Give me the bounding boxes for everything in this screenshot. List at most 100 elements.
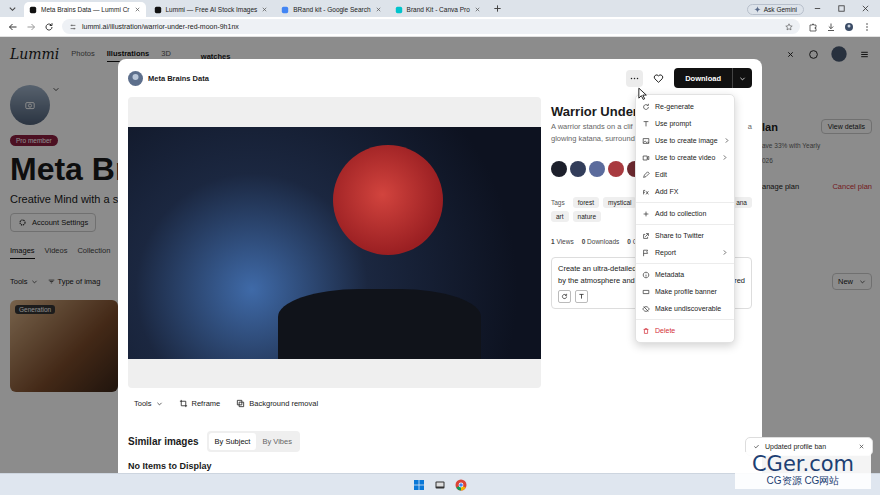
tag[interactable]: forest [573, 197, 599, 208]
similar-title: Similar images [128, 436, 199, 447]
windows-start-icon[interactable] [413, 479, 425, 491]
menu-item[interactable]: Add FX [636, 183, 734, 200]
menu-item[interactable]: Delete [636, 322, 734, 339]
menu-item[interactable]: Add to collection [636, 205, 734, 222]
window-close-icon[interactable] [861, 4, 870, 13]
color-swatch[interactable] [570, 161, 586, 177]
more-dots-icon [630, 77, 639, 80]
menu-group: Re-generate Use prompt Use to create image… [636, 98, 734, 200]
empty-message: No Items to Display [128, 461, 541, 471]
author-name[interactable]: Meta Brains Data [148, 74, 209, 83]
download-options-button[interactable] [732, 68, 752, 88]
menu-item[interactable]: Make profile banner [636, 283, 734, 300]
chevron-right-icon [721, 154, 728, 161]
menu-item[interactable]: Share to Twitter [636, 227, 734, 244]
menu-item[interactable]: Report [636, 244, 734, 261]
menu-item[interactable]: Use prompt [636, 115, 734, 132]
toolbar: lummi.ai/illustration/warrior-under-red-… [0, 17, 880, 37]
image-column: Tools Reframe Background removal Similar im… [128, 97, 541, 471]
tab-label: Meta Brains Data — Lummi Cr [41, 6, 130, 13]
tag[interactable]: mystical [603, 197, 636, 208]
tab-label: Brand Kit - Canva Pro [407, 6, 470, 13]
tab-search-icon[interactable] [8, 4, 17, 13]
menu-item-icon [642, 249, 650, 257]
profile-icon[interactable] [844, 22, 854, 32]
menu-label: Re-generate [655, 103, 728, 110]
image-tools: Tools Reframe Background removal [128, 396, 541, 411]
chrome-icon[interactable] [455, 479, 467, 491]
menu-item-icon [642, 305, 650, 313]
minimize-icon[interactable] [813, 4, 822, 13]
menu-group: MetadataMake profile banner Make undiscov… [636, 263, 734, 317]
image-tool[interactable]: Background removal [236, 396, 318, 411]
new-tab-icon[interactable] [493, 4, 502, 13]
menu-label: Delete [655, 327, 728, 334]
maximize-icon[interactable] [837, 4, 846, 13]
menu-item[interactable]: Use to create image [636, 132, 734, 149]
stat-count: 0 [627, 238, 631, 245]
check-icon [753, 443, 760, 450]
menu-item[interactable]: Use to create video [636, 149, 734, 166]
text-icon [578, 293, 585, 300]
color-swatch[interactable] [589, 161, 605, 177]
browser-tab[interactable]: Brand Kit - Canva Pro [390, 2, 486, 17]
favicon-icon [154, 6, 162, 14]
tag[interactable]: art [551, 211, 569, 222]
chevron-down-icon [156, 400, 163, 407]
color-swatch[interactable] [608, 161, 624, 177]
menu-item[interactable]: Edit [636, 166, 734, 183]
ask-gemini-button[interactable]: Ask Gemini [747, 4, 804, 15]
menu-item[interactable]: Make undiscoverable [636, 300, 734, 317]
close-icon[interactable] [134, 6, 141, 13]
menu-item-icon [642, 120, 650, 128]
menu-label: Make undiscoverable [655, 305, 728, 312]
download-button[interactable]: Download [674, 68, 732, 88]
toggle-option[interactable]: By Subject [209, 433, 257, 450]
menu-item-icon [642, 288, 650, 296]
forward-icon[interactable] [26, 22, 36, 32]
task-view-icon[interactable] [434, 479, 446, 491]
close-icon[interactable] [474, 6, 481, 13]
close-icon[interactable] [375, 6, 382, 13]
use-prompt-button[interactable] [575, 290, 588, 303]
moon-shape [333, 145, 443, 255]
extensions-icon[interactable] [808, 22, 818, 32]
artwork-image[interactable] [128, 127, 541, 359]
heart-icon[interactable] [653, 73, 664, 84]
menu-label: Use prompt [655, 120, 728, 127]
reframe-icon [179, 399, 188, 408]
similar-toggle: By SubjectBy Vibes [207, 431, 300, 452]
address-bar[interactable]: lummi.ai/illustration/warrior-under-red-… [62, 19, 800, 34]
watermark: CGer.comCG资源 CG网站 [735, 452, 871, 489]
browser-tab[interactable]: Meta Brains Data — Lummi Cr [24, 2, 146, 17]
watermark-subtitle: CG资源 CG网站 [767, 475, 840, 487]
browser-tab[interactable]: BRand kit - Google Search [276, 2, 386, 17]
tool-label: Background removal [249, 399, 318, 408]
image-tool[interactable]: Tools [134, 396, 163, 411]
menu-label: Share to Twitter [655, 232, 728, 239]
favicon-icon [281, 6, 289, 14]
back-icon[interactable] [8, 22, 18, 32]
toast-text: Updated profile ban [765, 443, 853, 450]
toast-close-icon[interactable] [858, 443, 865, 450]
tag[interactable]: nature [573, 211, 601, 222]
menu-label: Use to create image [655, 137, 718, 144]
more-button[interactable] [626, 70, 643, 87]
color-swatch[interactable] [551, 161, 567, 177]
watermark-title: CGer.com [752, 454, 854, 475]
site-info-icon[interactable] [69, 23, 77, 31]
menu-item[interactable]: Metadata [636, 266, 734, 283]
menu-item[interactable]: Re-generate [636, 98, 734, 115]
regenerate-button[interactable] [558, 290, 571, 303]
author-avatar-icon[interactable] [128, 71, 143, 86]
image-panel [128, 97, 541, 388]
menu-icon[interactable] [862, 22, 872, 32]
download-icon[interactable] [826, 22, 836, 32]
bookmark-star-icon[interactable] [785, 23, 793, 31]
toggle-option[interactable]: By Vibes [256, 433, 297, 450]
browser-tab[interactable]: Lummi — Free AI Stock Images [149, 2, 274, 17]
mouse-cursor-icon [638, 87, 648, 101]
image-tool[interactable]: Reframe [179, 396, 221, 411]
close-icon[interactable] [261, 6, 268, 13]
reload-icon[interactable] [44, 22, 54, 32]
